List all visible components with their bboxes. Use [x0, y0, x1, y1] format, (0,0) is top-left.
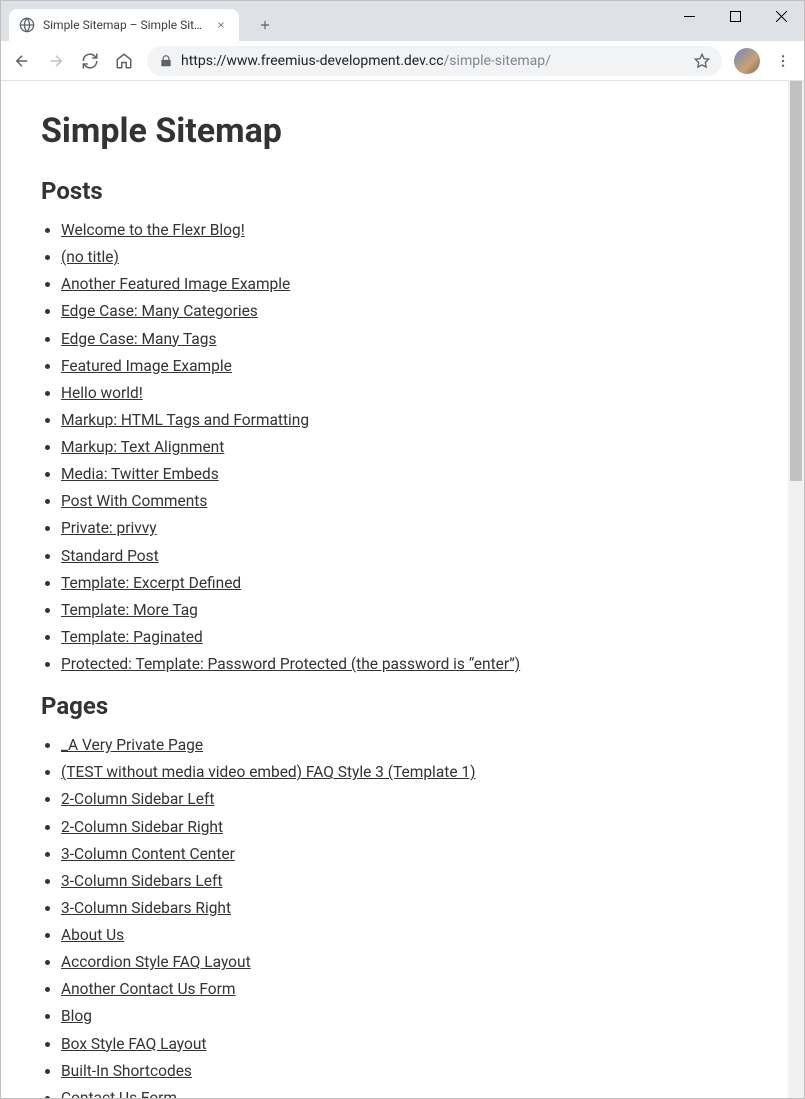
list-item: Template: More Tag [61, 597, 748, 624]
list-item: _A Very Private Page [61, 732, 748, 759]
kebab-menu-icon[interactable] [768, 46, 798, 76]
profile-avatar[interactable] [734, 48, 760, 74]
address-bar[interactable]: https://www.freemius-development.dev.cc/… [147, 46, 722, 76]
sitemap-link[interactable]: 3-Column Content Center [61, 845, 235, 863]
list-item: Private: privvy [61, 515, 748, 542]
sitemap-link[interactable]: Edge Case: Many Categories [61, 302, 258, 320]
list-item: Template: Paginated [61, 624, 748, 651]
page-viewport: Simple Sitemap Posts Welcome to the Flexr… [1, 81, 804, 1098]
list-item: Markup: HTML Tags and Formatting [61, 407, 748, 434]
minimize-button[interactable] [666, 1, 712, 31]
list-item: Featured Image Example [61, 353, 748, 380]
list-item: 3-Column Content Center [61, 841, 748, 868]
section-heading: Pages [41, 692, 748, 720]
section-list: _A Very Private Page (TEST without media … [41, 732, 748, 1098]
list-item: (TEST without media video embed) FAQ Sty… [61, 759, 748, 786]
home-button[interactable] [109, 46, 139, 76]
sitemap-link[interactable]: _A Very Private Page [61, 736, 203, 754]
tab-title: Simple Sitemap – Simple Sitemap [43, 18, 205, 32]
window-titlebar: Simple Sitemap – Simple Sitemap [1, 1, 804, 41]
page-content: Simple Sitemap Posts Welcome to the Flexr… [1, 81, 788, 1098]
reload-button[interactable] [75, 46, 105, 76]
sitemap-link[interactable]: Private: privvy [61, 519, 157, 537]
window-close-button[interactable] [758, 1, 804, 31]
sitemap-link[interactable]: Standard Post [61, 547, 159, 565]
sitemap-link[interactable]: Markup: Text Alignment [61, 438, 224, 456]
maximize-button[interactable] [712, 1, 758, 31]
sitemap-link[interactable]: About Us [61, 926, 124, 944]
sitemap-link[interactable]: Blog [61, 1007, 92, 1025]
list-item: Welcome to the Flexr Blog! [61, 217, 748, 244]
sitemap-link[interactable]: 2-Column Sidebar Right [61, 818, 223, 836]
list-item: Protected: Template: Password Protected … [61, 651, 748, 678]
sitemap-link[interactable]: 2-Column Sidebar Left [61, 790, 214, 808]
bookmark-star-icon[interactable] [694, 53, 710, 69]
new-tab-button[interactable] [251, 11, 279, 39]
section-heading: Posts [41, 177, 748, 205]
sitemap-link[interactable]: Box Style FAQ Layout [61, 1035, 206, 1053]
sitemap-link[interactable]: (no title) [61, 248, 119, 266]
sitemap-link[interactable]: Contact Us Form [61, 1089, 177, 1098]
sitemap-link[interactable]: Accordion Style FAQ Layout [61, 953, 251, 971]
sitemap-link[interactable]: Template: More Tag [61, 601, 198, 619]
list-item: (no title) [61, 244, 748, 271]
sitemap-link[interactable]: Welcome to the Flexr Blog! [61, 221, 245, 239]
list-item: 2-Column Sidebar Right [61, 814, 748, 841]
list-item: 3-Column Sidebars Left [61, 868, 748, 895]
url-text: https://www.freemius-development.dev.cc/… [181, 53, 686, 69]
list-item: Edge Case: Many Categories [61, 298, 748, 325]
browser-toolbar: https://www.freemius-development.dev.cc/… [1, 41, 804, 81]
sitemap-link[interactable]: Markup: HTML Tags and Formatting [61, 411, 309, 429]
sitemap-link[interactable]: Built-In Shortcodes [61, 1062, 192, 1080]
list-item: Blog [61, 1003, 748, 1030]
sitemap-link[interactable]: Protected: Template: Password Protected … [61, 655, 520, 673]
globe-icon [19, 17, 35, 33]
sitemap-link[interactable]: Template: Paginated [61, 628, 203, 646]
section-list: Welcome to the Flexr Blog! (no title) Anot… [41, 217, 748, 678]
browser-tab[interactable]: Simple Sitemap – Simple Sitemap [9, 9, 239, 41]
scrollbar-thumb[interactable] [790, 81, 802, 481]
list-item: Accordion Style FAQ Layout [61, 949, 748, 976]
sitemap-link[interactable]: Template: Excerpt Defined [61, 574, 241, 592]
window-controls [666, 1, 804, 31]
lock-icon [159, 54, 173, 68]
sitemap-link[interactable]: Media: Twitter Embeds [61, 465, 219, 483]
vertical-scrollbar[interactable] [788, 81, 804, 1098]
sitemap-link[interactable]: 3-Column Sidebars Left [61, 872, 222, 890]
sitemap-link[interactable]: Edge Case: Many Tags [61, 330, 216, 348]
list-item: Standard Post [61, 543, 748, 570]
list-item: Edge Case: Many Tags [61, 326, 748, 353]
url-host: https://www.freemius-development.dev.cc [181, 53, 444, 69]
page-title: Simple Sitemap [41, 111, 748, 151]
sitemap-link[interactable]: Another Contact Us Form [61, 980, 235, 998]
url-path: /simple-sitemap/ [444, 53, 551, 69]
forward-button[interactable] [41, 46, 71, 76]
list-item: Contact Us Form [61, 1085, 748, 1098]
list-item: Another Contact Us Form [61, 976, 748, 1003]
list-item: Media: Twitter Embeds [61, 461, 748, 488]
sitemap-link[interactable]: Hello world! [61, 384, 143, 402]
sitemap-link[interactable]: Featured Image Example [61, 357, 232, 375]
list-item: Built-In Shortcodes [61, 1058, 748, 1085]
list-item: 3-Column Sidebars Right [61, 895, 748, 922]
list-item: Another Featured Image Example [61, 271, 748, 298]
list-item: About Us [61, 922, 748, 949]
sitemap-link[interactable]: 3-Column Sidebars Right [61, 899, 231, 917]
sitemap-link[interactable]: Post With Comments [61, 492, 207, 510]
list-item: Markup: Text Alignment [61, 434, 748, 461]
sitemap-link[interactable]: (TEST without media video embed) FAQ Sty… [61, 763, 476, 781]
sitemap-link[interactable]: Another Featured Image Example [61, 275, 290, 293]
list-item: Template: Excerpt Defined [61, 570, 748, 597]
back-button[interactable] [7, 46, 37, 76]
list-item: Box Style FAQ Layout [61, 1031, 748, 1058]
list-item: Post With Comments [61, 488, 748, 515]
list-item: Hello world! [61, 380, 748, 407]
close-icon[interactable] [213, 17, 229, 33]
list-item: 2-Column Sidebar Left [61, 786, 748, 813]
